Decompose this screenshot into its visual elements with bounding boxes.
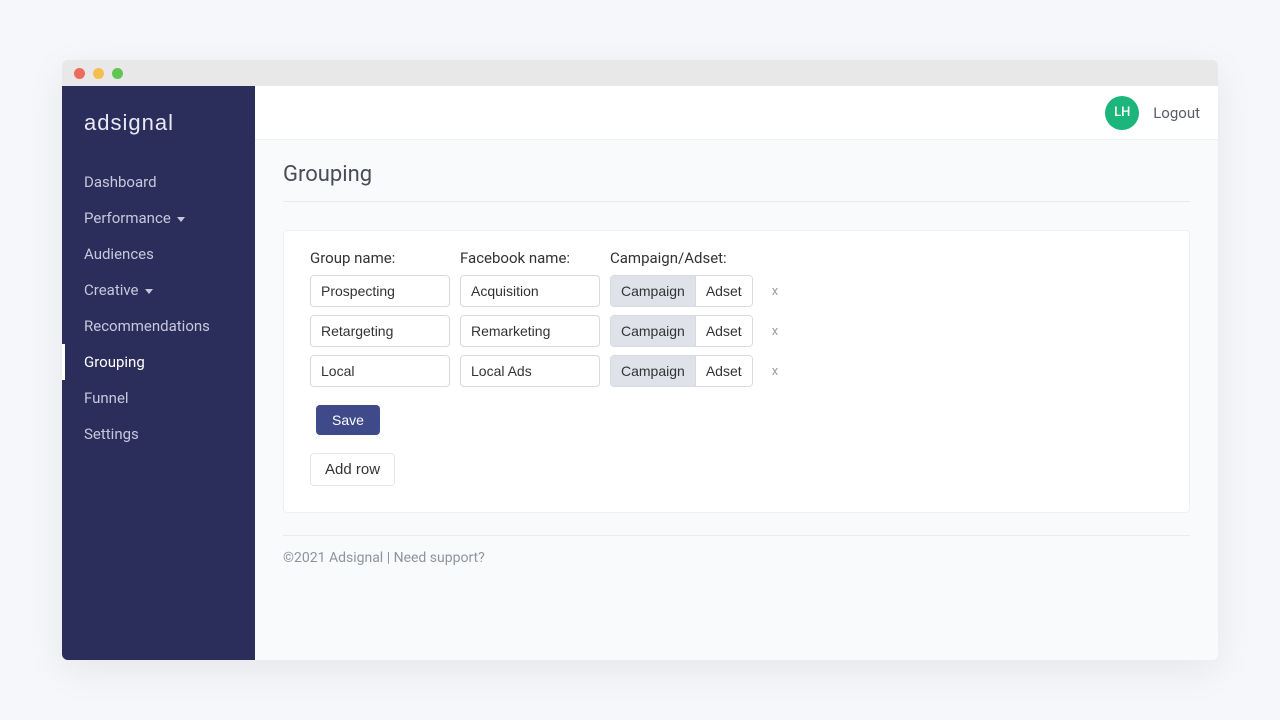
grouping-card: Group name: Facebook name: Campaign/Adse… (283, 230, 1190, 513)
brand-logo: adsignal (62, 104, 255, 164)
grouping-row: CampaignAdsetx (310, 275, 1163, 307)
window-close-icon[interactable] (74, 68, 85, 79)
window-titlebar (62, 60, 1218, 86)
sidebar-item-label: Grouping (84, 353, 145, 371)
window-maximize-icon[interactable] (112, 68, 123, 79)
col-facebook-name: Facebook name: (460, 249, 600, 267)
sidebar: adsignal Dashboard Performance Audiences Cr… (62, 86, 255, 660)
sidebar-item-label: Dashboard (84, 173, 157, 191)
browser-window: adsignal Dashboard Performance Audiences Cr… (62, 60, 1218, 660)
topbar: LH Logout (255, 86, 1218, 140)
add-row-button[interactable]: Add row (310, 453, 395, 486)
sidebar-item-audiences[interactable]: Audiences (62, 236, 255, 272)
window-minimize-icon[interactable] (93, 68, 104, 79)
toggle-adset[interactable]: Adset (696, 276, 752, 306)
sidebar-item-label: Creative (84, 281, 139, 299)
sidebar-item-label: Recommendations (84, 317, 210, 335)
sidebar-item-grouping[interactable]: Grouping (62, 344, 255, 380)
content: Grouping Group name: Facebook name: Camp… (255, 140, 1218, 660)
footer-separator: | (383, 550, 393, 566)
sidebar-item-funnel[interactable]: Funnel (62, 380, 255, 416)
group-name-input[interactable] (310, 315, 450, 347)
campaign-adset-toggle: CampaignAdset (610, 275, 753, 307)
facebook-name-input[interactable] (460, 315, 600, 347)
campaign-adset-toggle: CampaignAdset (610, 315, 753, 347)
toggle-adset[interactable]: Adset (696, 316, 752, 346)
sidebar-item-label: Audiences (84, 245, 154, 263)
toggle-campaign[interactable]: Campaign (611, 276, 696, 306)
group-name-input[interactable] (310, 275, 450, 307)
toggle-campaign[interactable]: Campaign (611, 316, 696, 346)
delete-row-button[interactable]: x (760, 284, 790, 299)
toggle-adset[interactable]: Adset (696, 356, 752, 386)
footer-copyright: ©2021 Adsignal (283, 550, 383, 566)
page-title: Grouping (283, 162, 1190, 202)
delete-row-button[interactable]: x (760, 324, 790, 339)
sidebar-nav: Dashboard Performance Audiences Creative Rec… (62, 164, 255, 452)
sidebar-item-label: Settings (84, 425, 139, 443)
sidebar-item-performance[interactable]: Performance (62, 200, 255, 236)
grid-header: Group name: Facebook name: Campaign/Adse… (310, 249, 1163, 267)
app-area: adsignal Dashboard Performance Audiences Cr… (62, 86, 1218, 660)
logout-link[interactable]: Logout (1153, 104, 1200, 122)
chevron-down-icon (145, 289, 153, 294)
sidebar-item-settings[interactable]: Settings (62, 416, 255, 452)
save-button[interactable]: Save (316, 405, 380, 435)
group-name-input[interactable] (310, 355, 450, 387)
col-campaign-adset: Campaign/Adset: (610, 249, 750, 267)
toggle-campaign[interactable]: Campaign (611, 356, 696, 386)
main-area: LH Logout Grouping Group name: Facebook … (255, 86, 1218, 660)
facebook-name-input[interactable] (460, 355, 600, 387)
sidebar-item-label: Performance (84, 209, 171, 227)
avatar[interactable]: LH (1105, 96, 1139, 130)
grouping-row: CampaignAdsetx (310, 315, 1163, 347)
col-group-name: Group name: (310, 249, 450, 267)
footer-support-link[interactable]: Need support? (394, 550, 485, 566)
footer: ©2021 Adsignal | Need support? (283, 535, 1190, 566)
sidebar-item-label: Funnel (84, 389, 129, 407)
delete-row-button[interactable]: x (760, 364, 790, 379)
sidebar-item-recommendations[interactable]: Recommendations (62, 308, 255, 344)
chevron-down-icon (177, 217, 185, 222)
facebook-name-input[interactable] (460, 275, 600, 307)
grid-rows: CampaignAdsetxCampaignAdsetxCampaignAdse… (310, 275, 1163, 387)
sidebar-item-dashboard[interactable]: Dashboard (62, 164, 255, 200)
campaign-adset-toggle: CampaignAdset (610, 355, 753, 387)
grouping-row: CampaignAdsetx (310, 355, 1163, 387)
sidebar-item-creative[interactable]: Creative (62, 272, 255, 308)
